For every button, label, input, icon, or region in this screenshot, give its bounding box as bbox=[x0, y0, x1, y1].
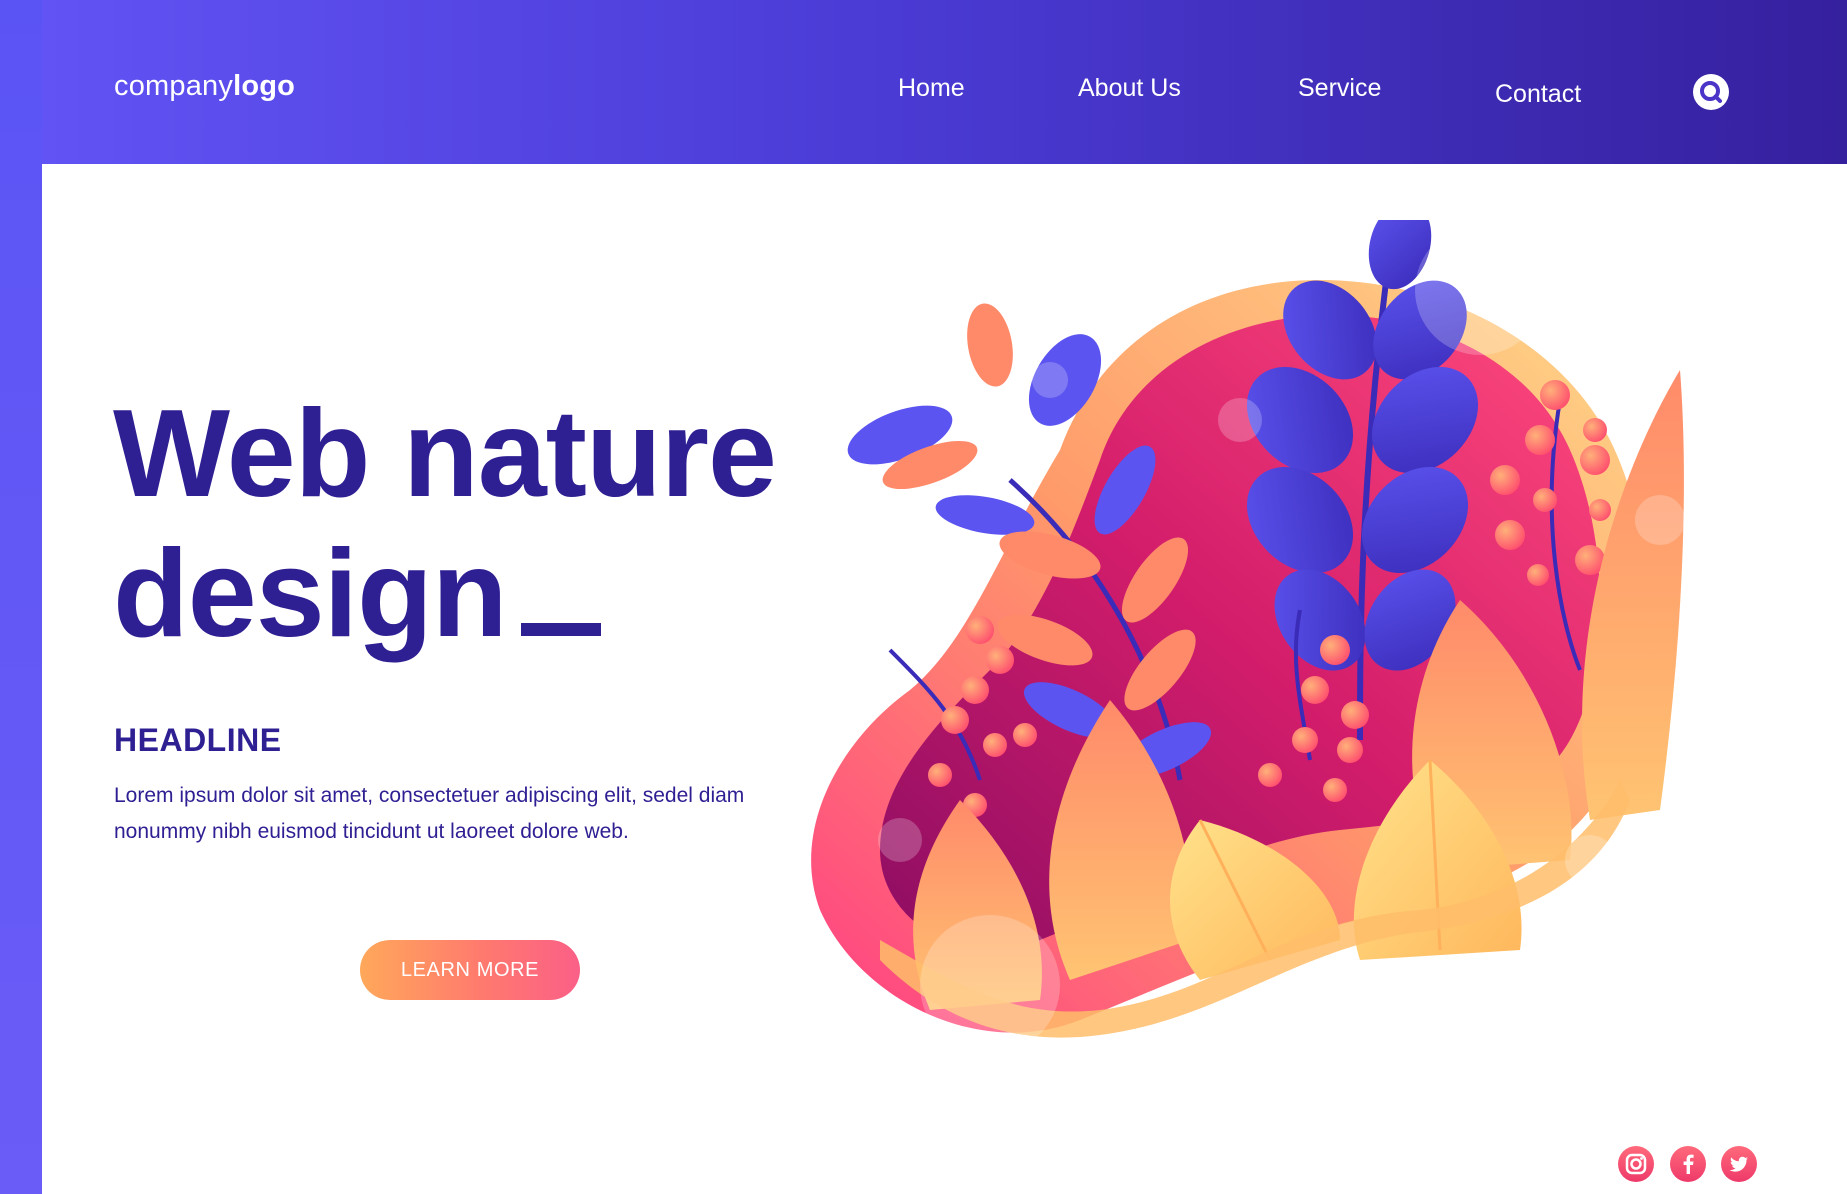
hero-title: Web nature design bbox=[113, 384, 777, 664]
hero-title-line-2: design bbox=[113, 525, 508, 663]
instagram-button[interactable] bbox=[1618, 1146, 1654, 1182]
hero-title-line-2-wrap: design bbox=[113, 524, 776, 664]
company-logo[interactable]: companylogo bbox=[114, 70, 295, 103]
nav-service-link[interactable]: Service bbox=[1298, 74, 1381, 103]
nav-home-link[interactable]: Home bbox=[898, 74, 965, 103]
left-accent-strip bbox=[0, 0, 42, 1194]
twitter-button[interactable] bbox=[1721, 1146, 1757, 1182]
hero-title-line-1: Web nature bbox=[113, 385, 777, 523]
twitter-icon bbox=[1729, 1156, 1748, 1172]
learn-more-button[interactable]: LEARN MORE bbox=[360, 940, 580, 1000]
nature-illustration bbox=[811, 220, 1685, 1055]
logo-bold-text: logo bbox=[233, 70, 296, 102]
search-icon bbox=[1700, 81, 1722, 103]
nav-contact-link[interactable]: Contact bbox=[1495, 80, 1581, 109]
logo-light-text: company bbox=[114, 70, 234, 102]
top-header: companylogo Home About Us Service Contac… bbox=[42, 0, 1847, 164]
facebook-icon bbox=[1683, 1154, 1694, 1174]
body-paragraph: Lorem ipsum dolor sit amet, consectetuer… bbox=[114, 784, 745, 843]
text-cursor-bar bbox=[520, 623, 601, 636]
search-button[interactable] bbox=[1693, 74, 1729, 110]
facebook-button[interactable] bbox=[1670, 1146, 1706, 1182]
nav-about-link[interactable]: About Us bbox=[1078, 74, 1181, 103]
instagram-icon bbox=[1625, 1153, 1647, 1175]
section-headline: HEADLINE bbox=[114, 722, 282, 758]
